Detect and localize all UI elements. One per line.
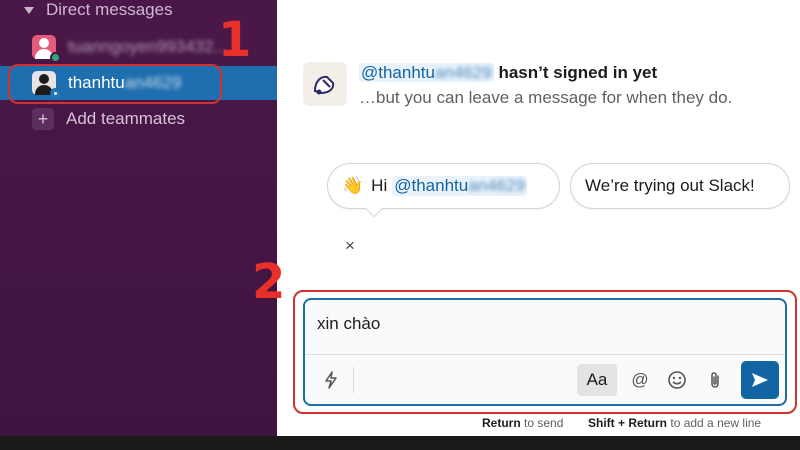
newline-hint: Shift + Return to add a new line — [588, 416, 761, 430]
mention-button[interactable]: @ — [625, 364, 655, 396]
newline-key: Shift + Return — [588, 416, 668, 430]
annotation-number-1: 1 — [218, 12, 252, 68]
bottom-bar — [0, 436, 800, 450]
suggestion-chip-greeting[interactable]: 👋 Hi @thanhtuan4629 — [327, 163, 560, 209]
format-toggle-button[interactable]: Aa — [577, 364, 617, 396]
annotation-highlight-1 — [8, 64, 222, 104]
close-suggestions-icon[interactable]: × — [345, 236, 355, 256]
paperclip-icon[interactable] — [701, 364, 729, 396]
dm-item-label: tuanngoyen993432... — [68, 37, 228, 56]
send-key: Return — [482, 416, 521, 430]
user-mention[interactable]: @thanhtuan4629 — [359, 63, 494, 82]
smiley-icon[interactable] — [662, 364, 692, 396]
presence-online-icon — [50, 52, 61, 63]
section-label: Direct messages — [46, 0, 173, 19]
add-teammates-item[interactable]: + Add teammates — [0, 102, 277, 136]
plus-icon: + — [32, 108, 54, 130]
notice-subline: …but you can leave a message for when th… — [359, 88, 733, 107]
direct-messages-header[interactable]: Direct messages — [24, 0, 173, 20]
suggestion-chip-trying-slack[interactable]: We’re trying out Slack! — [570, 163, 790, 209]
main-pane: @thanhtuan4629 hasn’t signed in yet …but… — [277, 0, 800, 436]
greeting-mention: @thanhtuan4629 — [392, 176, 527, 196]
greeting-text: Hi — [371, 176, 388, 195]
message-input[interactable]: xin chào — [317, 314, 380, 334]
caret-down-icon — [24, 6, 34, 14]
message-composer: xin chào Aa @ — [303, 298, 787, 406]
composer-toolbar: Aa @ — [305, 354, 785, 404]
suggestion-text: We’re trying out Slack! — [585, 176, 755, 195]
avatar — [32, 35, 61, 63]
send-hint: Return to send — [482, 416, 563, 430]
add-teammates-label: Add teammates — [66, 109, 186, 128]
lightning-icon[interactable] — [317, 364, 345, 396]
notice-icon — [303, 62, 347, 106]
notice-headline-suffix: hasn’t signed in yet — [498, 63, 658, 82]
newline-hint-text: to add a new line — [670, 416, 762, 430]
send-button[interactable] — [741, 361, 779, 399]
notice-headline: @thanhtuan4629 hasn’t signed in yet — [359, 62, 732, 84]
not-signed-in-notice: @thanhtuan4629 hasn’t signed in yet …but… — [303, 62, 732, 108]
wave-emoji-icon: 👋 — [342, 176, 364, 195]
annotation-number-2: 2 — [252, 254, 286, 310]
send-hint-text: to send — [524, 416, 564, 430]
send-arrow-icon — [752, 373, 768, 387]
